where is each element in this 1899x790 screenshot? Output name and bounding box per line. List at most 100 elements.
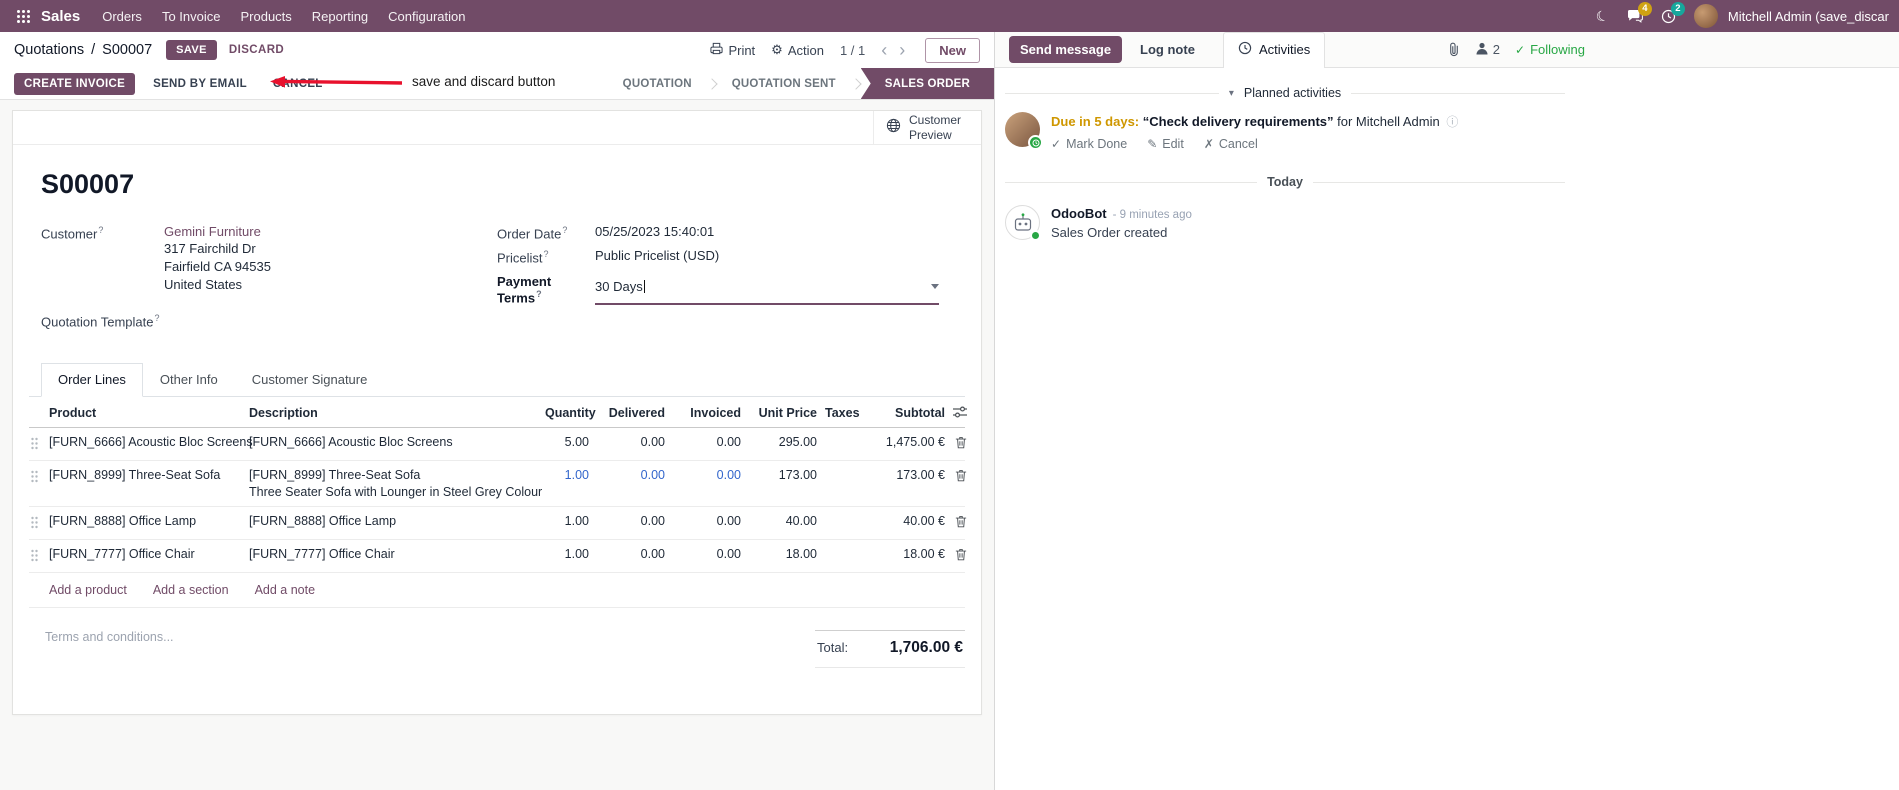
pricelist-value[interactable]: Public Pricelist (USD) bbox=[595, 248, 719, 265]
product-cell[interactable]: [FURN_6666] Acoustic Bloc Screens bbox=[45, 428, 253, 456]
drag-handle-icon[interactable] bbox=[29, 428, 45, 460]
user-name[interactable]: Mitchell Admin (save_discar bbox=[1728, 9, 1889, 24]
tab-customer-signature[interactable]: Customer Signature bbox=[235, 363, 385, 396]
delete-line-icon[interactable] bbox=[949, 428, 971, 459]
invoiced-cell[interactable]: 0.00 bbox=[669, 507, 745, 535]
activity-avatar[interactable] bbox=[1005, 112, 1043, 150]
new-button[interactable]: New bbox=[925, 37, 980, 63]
taxes-cell[interactable] bbox=[821, 428, 877, 442]
unit-price-cell[interactable]: 173.00 bbox=[745, 461, 821, 489]
apps-grid-icon[interactable] bbox=[10, 3, 36, 29]
log-note-button[interactable]: Log note bbox=[1140, 42, 1195, 57]
description-cell[interactable]: [FURN_6666] Acoustic Bloc Screens bbox=[245, 428, 541, 456]
delivered-cell[interactable]: 0.00 bbox=[593, 428, 669, 456]
quotation-template-field[interactable]: Quotation Template? bbox=[41, 312, 497, 329]
table-row[interactable]: [FURN_7777] Office Chair [FURN_7777] Off… bbox=[29, 540, 967, 573]
add-product-link[interactable]: Add a product bbox=[49, 583, 127, 597]
messages-icon[interactable]: 4 bbox=[1627, 2, 1652, 23]
table-row[interactable]: [FURN_8999] Three-Seat Sofa [FURN_8999] … bbox=[29, 461, 967, 507]
attachment-paperclip-icon[interactable] bbox=[1448, 42, 1460, 57]
delete-line-icon[interactable] bbox=[949, 461, 971, 492]
nav-item-orders[interactable]: Orders bbox=[92, 1, 152, 32]
pager-next-icon[interactable]: › bbox=[895, 41, 909, 59]
header-quantity[interactable]: Quantity bbox=[541, 397, 596, 426]
table-row[interactable]: [FURN_6666] Acoustic Bloc Screens [FURN_… bbox=[29, 428, 967, 461]
unit-price-cell[interactable]: 18.00 bbox=[745, 540, 821, 568]
planned-activities-header[interactable]: ▾ Planned activities bbox=[1005, 86, 1565, 100]
dark-mode-icon[interactable]: ☾ bbox=[1594, 6, 1612, 26]
following-button[interactable]: ✓ Following bbox=[1515, 42, 1585, 57]
pager-previous-icon[interactable]: ‹ bbox=[877, 41, 891, 59]
product-cell[interactable]: [FURN_8888] Office Lamp bbox=[45, 507, 245, 535]
stage-quotation[interactable]: QUOTATION bbox=[608, 68, 707, 99]
unit-price-cell[interactable]: 295.00 bbox=[745, 428, 821, 456]
send-by-email-button[interactable]: SEND BY EMAIL bbox=[145, 72, 255, 95]
payment-terms-input[interactable]: 30 Days bbox=[595, 273, 939, 305]
save-button[interactable]: SAVE bbox=[166, 40, 217, 60]
stage-sales-order[interactable]: SALES ORDER bbox=[860, 68, 994, 99]
info-icon[interactable]: ⓘ bbox=[1446, 115, 1458, 129]
product-cell[interactable]: [FURN_8999] Three-Seat Sofa bbox=[45, 461, 245, 489]
header-subtotal[interactable]: Subtotal bbox=[877, 397, 949, 426]
delete-line-icon[interactable] bbox=[949, 507, 971, 538]
user-avatar[interactable] bbox=[1693, 4, 1718, 28]
add-section-link[interactable]: Add a section bbox=[153, 583, 229, 597]
message-author[interactable]: OdooBot bbox=[1051, 206, 1107, 221]
tab-order-lines[interactable]: Order Lines bbox=[41, 362, 143, 397]
order-date-value[interactable]: 05/25/2023 15:40:01 bbox=[595, 224, 714, 241]
quantity-cell[interactable]: 1.00 bbox=[541, 461, 593, 489]
header-taxes[interactable]: Taxes bbox=[821, 397, 877, 426]
nav-item-reporting[interactable]: Reporting bbox=[302, 1, 378, 32]
breadcrumb-quotations[interactable]: Quotations bbox=[14, 42, 84, 58]
unit-price-cell[interactable]: 40.00 bbox=[745, 507, 821, 535]
table-row[interactable]: [FURN_8888] Office Lamp [FURN_8888] Offi… bbox=[29, 507, 967, 540]
nav-item-to-invoice[interactable]: To Invoice bbox=[152, 1, 231, 32]
nav-item-products[interactable]: Products bbox=[230, 1, 301, 32]
quantity-cell[interactable]: 5.00 bbox=[541, 428, 593, 456]
discard-button[interactable]: DISCARD bbox=[229, 44, 284, 56]
terms-placeholder[interactable]: Terms and conditions... bbox=[45, 630, 174, 644]
tab-activities[interactable]: Activities bbox=[1222, 32, 1326, 68]
cancel-activity-button[interactable]: ✗ Cancel bbox=[1204, 137, 1258, 151]
product-cell[interactable]: [FURN_7777] Office Chair bbox=[45, 540, 245, 568]
drag-handle-icon[interactable] bbox=[29, 540, 45, 572]
drag-handle-icon[interactable] bbox=[29, 507, 45, 539]
header-product[interactable]: Product bbox=[45, 397, 245, 426]
cancel-button[interactable]: CANCEL bbox=[264, 72, 331, 95]
delete-line-icon[interactable] bbox=[949, 540, 971, 571]
optional-columns-icon[interactable] bbox=[949, 397, 971, 427]
taxes-cell[interactable] bbox=[821, 540, 877, 554]
description-cell[interactable]: [FURN_7777] Office Chair bbox=[245, 540, 541, 568]
customer-preview-button[interactable]: Customer Preview bbox=[873, 111, 981, 144]
followers-button[interactable]: 2 bbox=[1475, 42, 1500, 58]
print-button[interactable]: Print bbox=[710, 42, 755, 58]
send-message-button[interactable]: Send message bbox=[1009, 36, 1123, 63]
header-unit-price[interactable]: Unit Price bbox=[745, 397, 821, 426]
header-description[interactable]: Description bbox=[245, 397, 541, 426]
mark-done-button[interactable]: ✓ Mark Done bbox=[1051, 137, 1127, 151]
action-menu-button[interactable]: ⚙ Action bbox=[771, 42, 824, 58]
create-invoice-button[interactable]: CREATE INVOICE bbox=[14, 72, 136, 95]
delivered-cell[interactable]: 0.00 bbox=[593, 461, 669, 489]
delivered-cell[interactable]: 0.00 bbox=[593, 507, 669, 535]
invoiced-cell[interactable]: 0.00 bbox=[669, 428, 745, 456]
quantity-cell[interactable]: 1.00 bbox=[541, 540, 593, 568]
description-cell[interactable]: [FURN_8888] Office Lamp bbox=[245, 507, 541, 535]
odoobot-avatar[interactable] bbox=[1005, 205, 1041, 241]
taxes-cell[interactable] bbox=[821, 507, 877, 521]
tab-other-info[interactable]: Other Info bbox=[143, 363, 235, 396]
header-invoiced[interactable]: Invoiced bbox=[669, 397, 745, 426]
invoiced-cell[interactable]: 0.00 bbox=[669, 461, 745, 489]
header-delivered[interactable]: Delivered bbox=[593, 397, 669, 426]
app-name[interactable]: Sales bbox=[41, 8, 80, 25]
invoiced-cell[interactable]: 0.00 bbox=[669, 540, 745, 568]
activities-clock-icon[interactable]: 2 bbox=[1661, 1, 1685, 24]
quantity-cell[interactable]: 1.00 bbox=[541, 507, 593, 535]
add-note-link[interactable]: Add a note bbox=[255, 583, 315, 597]
taxes-cell[interactable] bbox=[821, 461, 877, 475]
edit-activity-button[interactable]: ✎ Edit bbox=[1147, 137, 1184, 151]
drag-handle-icon[interactable] bbox=[29, 461, 45, 493]
dropdown-caret-icon[interactable] bbox=[931, 284, 939, 290]
delivered-cell[interactable]: 0.00 bbox=[593, 540, 669, 568]
nav-item-configuration[interactable]: Configuration bbox=[378, 1, 475, 32]
